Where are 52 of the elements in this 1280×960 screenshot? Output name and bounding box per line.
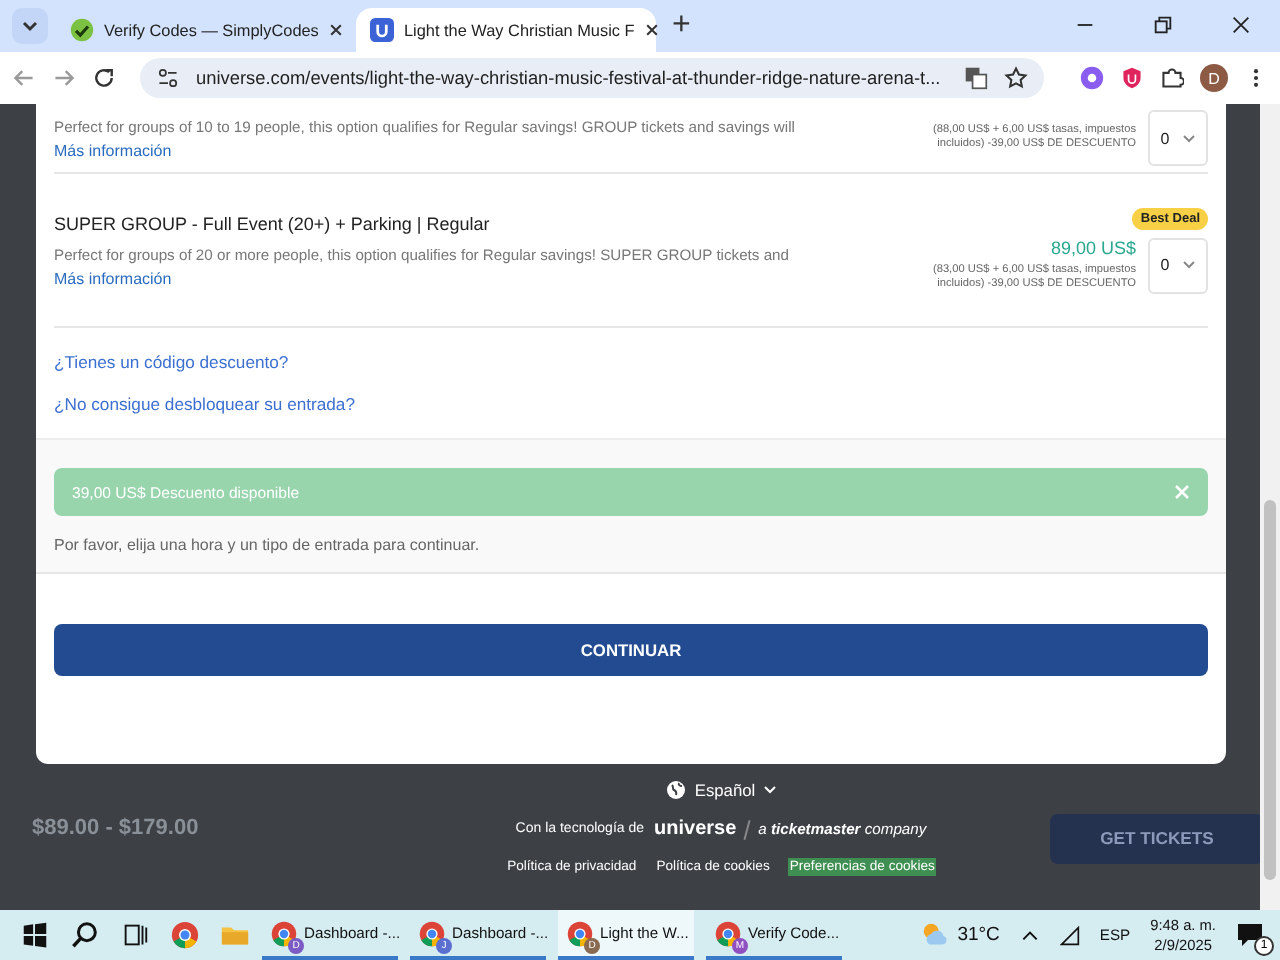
ticket-title: SUPER GROUP - Full Event (20+) + Parking | Regular (54, 213, 492, 233)
site-logo-icon (370, 18, 394, 42)
star-icon[interactable] (1004, 66, 1028, 90)
chevron-down-icon (1181, 260, 1196, 270)
reload-icon[interactable] (92, 66, 116, 90)
help-link[interactable]: ¿Tienes un código descuento? (54, 352, 289, 372)
translate-icon[interactable] (964, 66, 988, 90)
close-icon[interactable] (1230, 14, 1252, 36)
browser-tab[interactable]: Verify Codes — SimplyCodes (56, 8, 356, 52)
windows-start-icon[interactable] (20, 920, 50, 950)
temperature-text: 31°C (957, 924, 1000, 946)
continue-button[interactable]: CONTINUAR (54, 624, 1208, 676)
forward-arrow-icon[interactable] (52, 66, 76, 90)
puzzle-piece-icon[interactable] (1160, 66, 1184, 90)
new-tab-button[interactable]: + (672, 8, 691, 44)
address-bar[interactable]: universe.com/events/light-the-way-christian-music-festival-at-thunder-ridge-nature-arena-t... (140, 58, 1044, 98)
close-icon[interactable] (644, 22, 661, 38)
price-range: $89.00 - $179.00 (32, 816, 201, 840)
more-info-link[interactable]: Más información (54, 269, 789, 287)
language-selector[interactable]: Español (666, 780, 776, 800)
chrome-icon[interactable] (170, 920, 200, 950)
back-arrow-icon[interactable] (12, 66, 36, 90)
chrome-icon (714, 919, 742, 947)
get-tickets-button[interactable]: GET TICKETS (1050, 813, 1264, 863)
universe-logo: universe (654, 818, 737, 840)
chrome-icon (566, 919, 594, 947)
notice-text: Por favor, elija una hora y un tipo de entrada para continuar. (54, 536, 482, 554)
extension-icon[interactable] (1080, 66, 1104, 90)
weather-sun-cloud-icon (919, 920, 950, 950)
checkmark-icon (70, 18, 94, 42)
browser-tab[interactable]: Light the Way Christian Music F (356, 8, 656, 52)
quantity-select[interactable]: 0 (1148, 237, 1208, 293)
chevron-down-icon (20, 16, 40, 36)
tab-search-button[interactable] (12, 8, 48, 44)
scrollbar-thumb[interactable] (1264, 500, 1276, 880)
chevron-down-icon (763, 786, 776, 794)
site-settings-icon[interactable] (156, 66, 180, 90)
search-icon[interactable] (70, 920, 100, 950)
notification-icon[interactable] (1236, 919, 1264, 947)
task-view-icon[interactable] (120, 920, 150, 950)
shield-icon[interactable] (1120, 66, 1144, 90)
restore-icon[interactable] (1152, 14, 1174, 36)
ticket-price: 89,00 US$ (1050, 237, 1136, 258)
close-icon[interactable] (328, 22, 345, 38)
profile-avatar[interactable]: D (1200, 64, 1228, 92)
globe-icon (666, 780, 687, 800)
chevron-down-icon (1181, 133, 1196, 143)
help-link[interactable]: ¿No consigue desbloquear su entrada? (54, 394, 355, 414)
chrome-icon (418, 919, 446, 947)
more-info-link[interactable]: Más información (54, 141, 795, 159)
quantity-select[interactable]: 0 (1148, 110, 1208, 166)
chrome-icon (270, 919, 298, 947)
